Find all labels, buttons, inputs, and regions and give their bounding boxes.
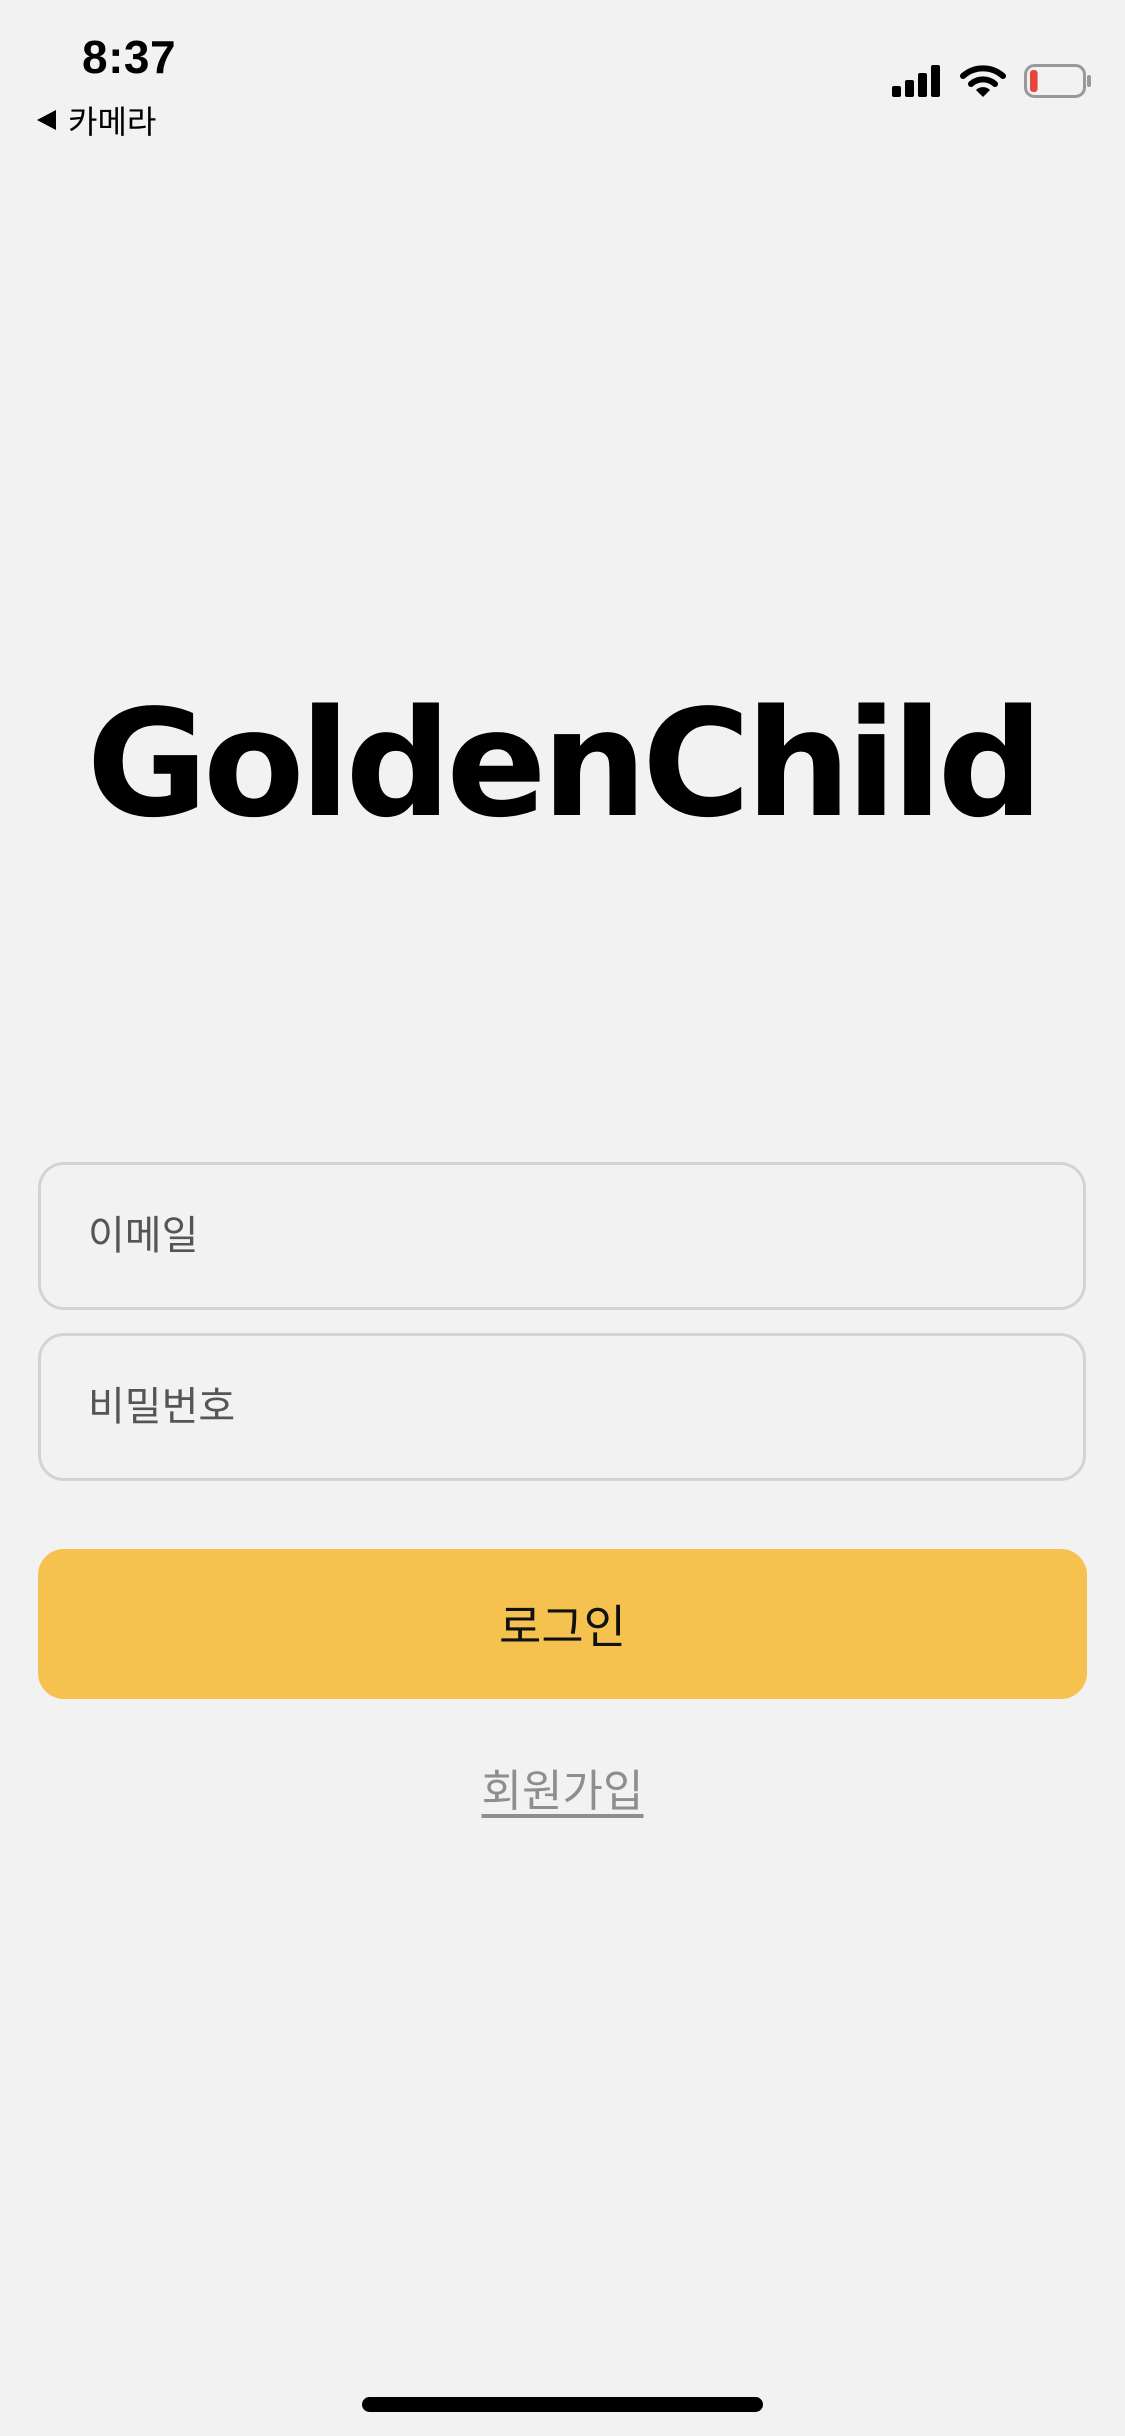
back-arrow-icon [36, 109, 58, 131]
battery-level-fill [1030, 70, 1038, 92]
home-indicator[interactable] [362, 2397, 763, 2412]
login-button[interactable]: 로그인 [38, 1549, 1087, 1699]
signup-link[interactable]: 회원가입 [0, 1755, 1125, 1819]
login-button-label: 로그인 [499, 1600, 626, 1654]
back-label: 카메라 [68, 103, 157, 141]
email-field-container [38, 1162, 1086, 1310]
cellular-signal-icon [892, 65, 942, 97]
wifi-icon [960, 64, 1006, 98]
password-input[interactable] [41, 1336, 1083, 1478]
app-logo-title: GoldenChild [86, 678, 1044, 850]
battery-low-icon [1024, 64, 1092, 98]
status-time: 8:37 [82, 31, 177, 83]
password-field-container [38, 1333, 1086, 1481]
back-to-camera-link[interactable]: 카메라 [36, 98, 156, 142]
email-input[interactable] [41, 1165, 1083, 1307]
status-icons [892, 60, 1092, 102]
